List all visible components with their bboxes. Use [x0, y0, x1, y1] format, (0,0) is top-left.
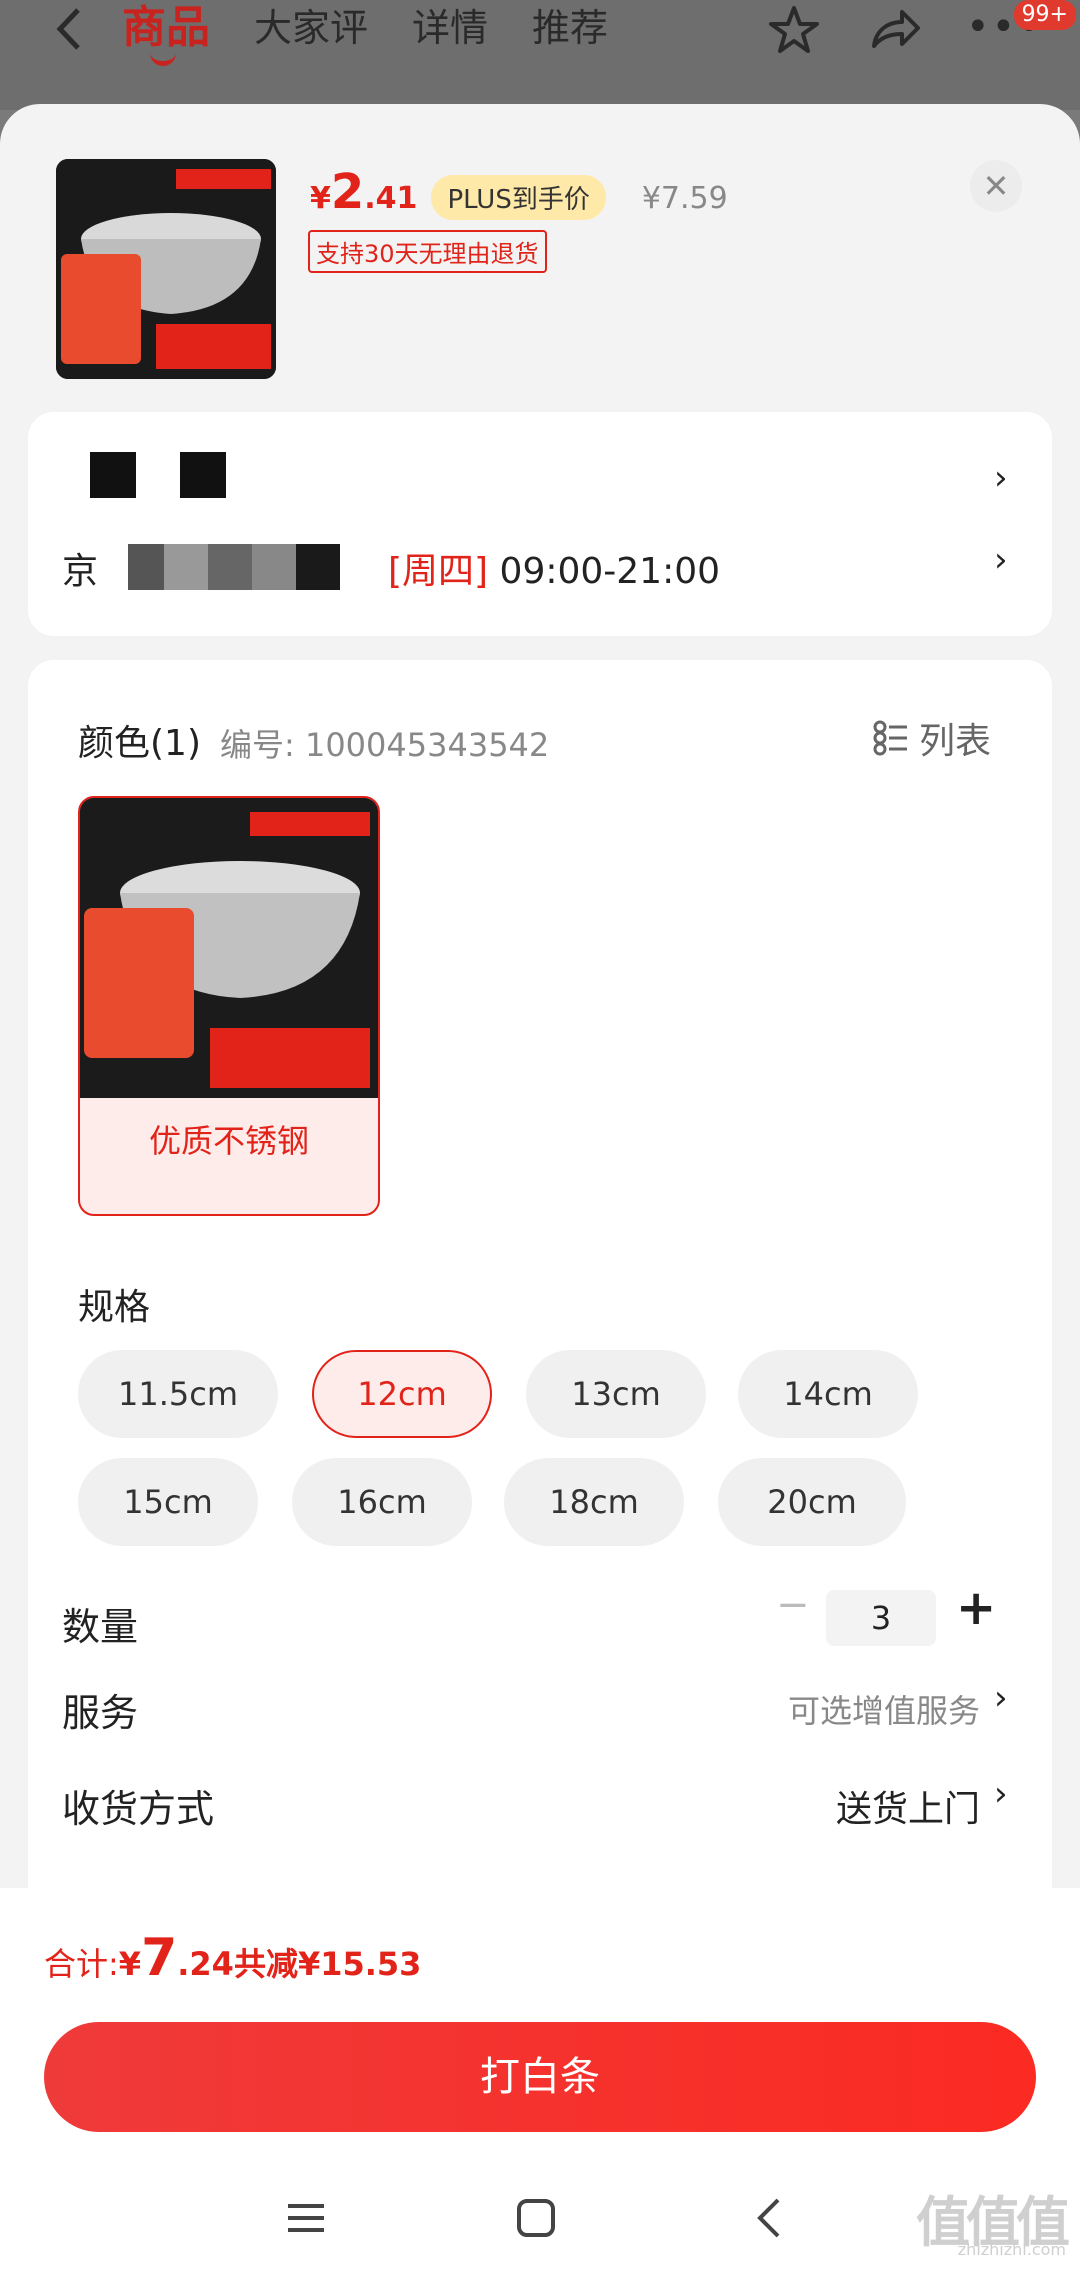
price-row: ¥2.41 PLUS到手价 ¥7.59 [310, 164, 728, 234]
tab-details[interactable]: 详情 [412, 0, 488, 56]
home-icon[interactable] [506, 2188, 566, 2248]
redacted-block [296, 544, 340, 590]
list-view-button[interactable]: 列表 [873, 712, 991, 764]
tab-underline [150, 52, 176, 66]
original-price: ¥7.59 [641, 181, 728, 216]
baitiao-pay-button[interactable]: 打白条 [44, 2022, 1036, 2132]
size-chip[interactable]: 18cm [504, 1458, 684, 1546]
color-option-label: 优质不锈钢 [148, 1122, 309, 1160]
product-code: 编号: 100045343542 [220, 726, 550, 764]
size-chip[interactable]: 13cm [526, 1350, 706, 1438]
delivery-time-line: 京 [62, 551, 99, 592]
redacted-block [164, 544, 208, 590]
size-chip[interactable]: 16cm [292, 1458, 472, 1546]
quantity-decrement-button[interactable]: − [776, 1582, 810, 1628]
order-total: 合计: ¥7.24 共减¥15.53 [44, 1928, 422, 1988]
star-icon[interactable] [766, 2, 822, 58]
menu-icon[interactable] [276, 2188, 336, 2248]
size-chip[interactable]: 14cm [738, 1350, 918, 1438]
delivery-method-label: 收货方式 [62, 1787, 215, 1831]
watermark-url: zhizhizhi.com [957, 2240, 1066, 2259]
tab-reviews[interactable]: 大家评 [254, 0, 368, 56]
service-label: 服务 [62, 1691, 139, 1735]
color-option-stainless[interactable]: 优质不锈钢 [78, 796, 380, 1216]
quantity-value[interactable]: 3 [826, 1590, 936, 1646]
color-option-image [80, 798, 378, 1098]
quantity-increment-button[interactable]: + [956, 1580, 996, 1636]
list-icon [873, 720, 907, 756]
chevron-right-icon[interactable]: › [994, 458, 1008, 498]
delivery-method-value[interactable]: 送货上门 [836, 1780, 980, 1832]
size-chip-selected[interactable]: 12cm [312, 1350, 492, 1438]
message-badge: 99+ [1013, 0, 1076, 30]
size-chip[interactable]: 11.5cm [78, 1350, 278, 1438]
plus-price-pill: PLUS到手价 [431, 175, 606, 220]
redacted-block [90, 452, 136, 498]
chevron-right-icon[interactable]: › [994, 1678, 1008, 1718]
size-chip[interactable]: 20cm [718, 1458, 906, 1546]
quantity-label: 数量 [62, 1605, 139, 1649]
bottom-action-bar: 合计: ¥7.24 共减¥15.53 打白条 值值值 zhizhizhi.com [0, 1888, 1080, 2274]
top-nav-bar: 商品 大家评 详情 推荐 ••• 99+ [0, 0, 1080, 110]
redacted-block [252, 544, 296, 590]
close-button[interactable]: ✕ [970, 160, 1022, 212]
service-value[interactable]: 可选增值服务 [788, 1686, 980, 1732]
redacted-block [180, 452, 226, 498]
redacted-block [208, 544, 252, 590]
tab-product[interactable]: 商品 [122, 0, 210, 56]
back-nav-icon[interactable] [740, 2188, 800, 2248]
delivery-window: [周四] 09:00-21:00 [388, 551, 721, 592]
tab-recommend[interactable]: 推荐 [532, 0, 608, 56]
product-thumbnail [56, 159, 276, 379]
size-section-title: 规格 [78, 1287, 151, 1328]
address-card[interactable]: › 京 [周四] 09:00-21:00 › [28, 412, 1052, 636]
chevron-right-icon[interactable]: › [994, 540, 1008, 580]
color-section-title: 颜色(1) [78, 723, 201, 764]
plus-price: ¥2.41 [310, 164, 418, 220]
size-chip[interactable]: 15cm [78, 1458, 258, 1546]
back-icon[interactable] [50, 4, 90, 54]
chevron-right-icon[interactable]: › [994, 1774, 1008, 1814]
return-policy-tag: 支持30天无理由退货 [308, 230, 547, 273]
share-icon[interactable] [866, 2, 922, 58]
redacted-block [128, 544, 164, 590]
